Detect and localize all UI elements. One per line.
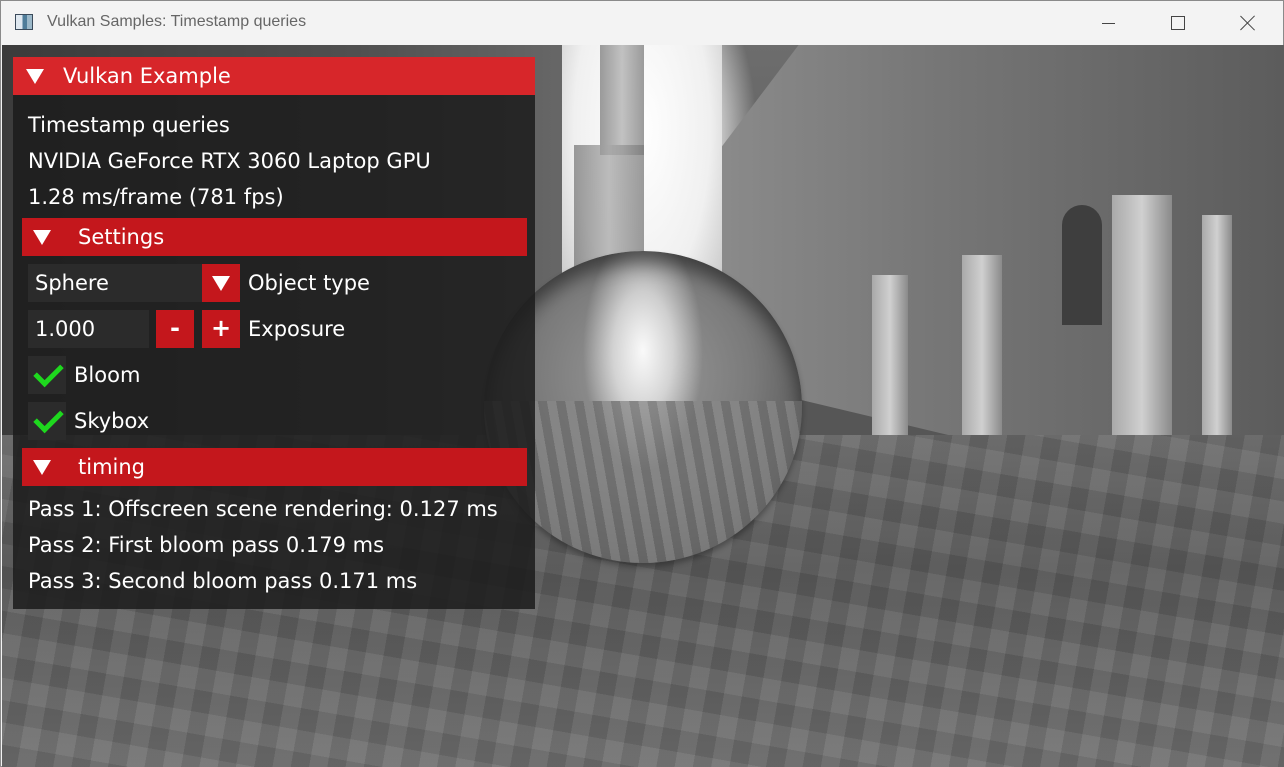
panel-title: Vulkan Example <box>63 64 231 88</box>
exposure-label: Exposure <box>248 317 346 341</box>
frame-stats: 1.28 ms/frame (781 fps) <box>28 185 284 209</box>
chevron-down-icon <box>212 276 230 291</box>
skybox-label: Skybox <box>74 409 150 433</box>
skybox-checkbox[interactable] <box>28 402 66 440</box>
object-type-value: Sphere <box>35 271 109 295</box>
collapse-triangle-icon <box>33 230 51 245</box>
maximize-button[interactable] <box>1143 1 1213 45</box>
exposure-input[interactable]: 1.000 <box>28 310 149 348</box>
bloom-checkbox[interactable] <box>28 356 66 394</box>
object-type-dropdown-button[interactable] <box>202 264 240 302</box>
panel-header[interactable]: Vulkan Example <box>13 57 535 95</box>
collapse-triangle-icon <box>33 460 51 475</box>
timing-title: timing <box>78 455 145 479</box>
title-bar[interactable]: Vulkan Samples: Timestamp queries <box>1 1 1283 45</box>
vulkan-example-panel: Vulkan Example Timestamp queries NVIDIA … <box>13 57 535 609</box>
settings-title: Settings <box>78 225 165 249</box>
timing-pass-2: Pass 2: First bloom pass 0.179 ms <box>28 533 385 557</box>
sample-name: Timestamp queries <box>28 113 230 137</box>
app-window: Vulkan Samples: Timestamp queries Vulkan… <box>0 0 1284 767</box>
column <box>872 275 908 435</box>
minimize-button[interactable] <box>1073 1 1143 45</box>
timing-pass-3: Pass 3: Second bloom pass 0.171 ms <box>28 569 418 593</box>
column <box>1202 215 1232 445</box>
checkmark-icon <box>33 402 64 434</box>
column <box>1112 195 1172 445</box>
tower <box>600 45 644 155</box>
exposure-decrease-button[interactable]: - <box>156 310 194 348</box>
app-window-icon <box>15 14 33 30</box>
collapse-triangle-icon <box>26 69 44 84</box>
settings-header[interactable]: Settings <box>22 218 527 256</box>
close-button[interactable] <box>1213 1 1283 45</box>
minimize-icon <box>1101 22 1115 24</box>
checkmark-icon <box>33 356 64 388</box>
gpu-name: NVIDIA GeForce RTX 3060 Laptop GPU <box>28 149 431 173</box>
exposure-value: 1.000 <box>35 317 96 341</box>
statue-niche <box>1062 205 1102 325</box>
exposure-increase-button[interactable]: + <box>202 310 240 348</box>
window-title: Vulkan Samples: Timestamp queries <box>47 13 307 30</box>
close-icon <box>1240 15 1256 31</box>
object-type-label: Object type <box>248 271 370 295</box>
timing-header[interactable]: timing <box>22 448 527 486</box>
column <box>962 255 1002 435</box>
maximize-icon <box>1171 16 1185 30</box>
object-type-combo[interactable]: Sphere <box>28 264 202 302</box>
timing-pass-1: Pass 1: Offscreen scene rendering: 0.127… <box>28 497 498 521</box>
bloom-label: Bloom <box>74 363 141 387</box>
